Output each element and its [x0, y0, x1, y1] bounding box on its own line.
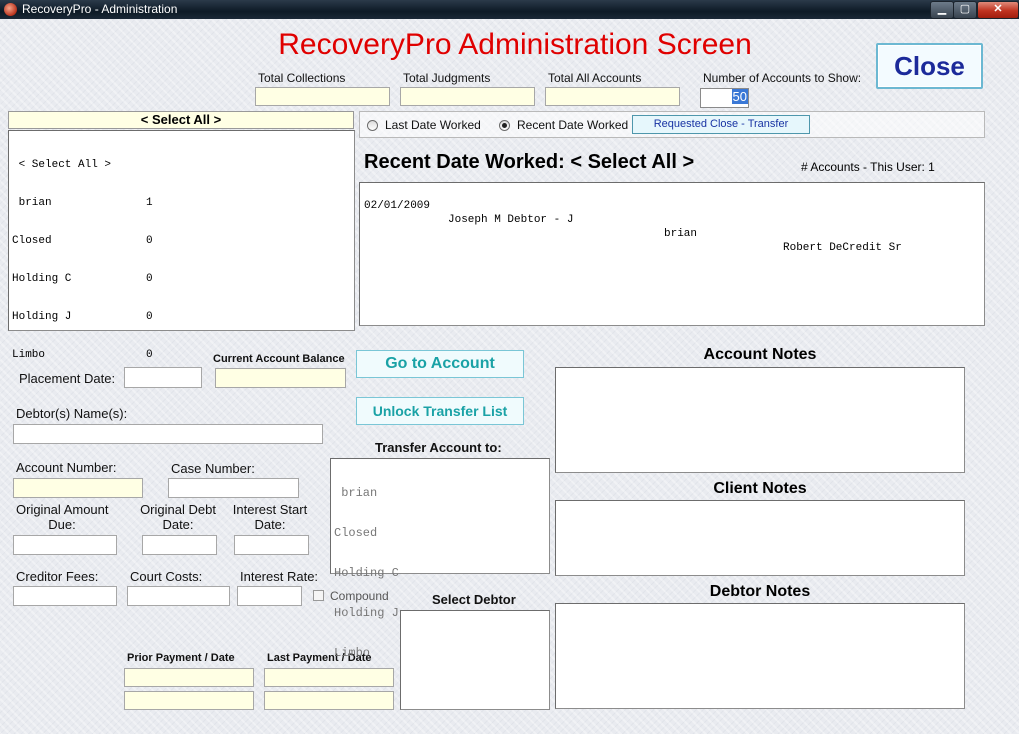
- debtor-notes-field[interactable]: [555, 603, 965, 709]
- original-amount-label: Original Amount Due:: [16, 502, 109, 532]
- last-date-radio[interactable]: [367, 120, 378, 131]
- close-button[interactable]: Close: [876, 43, 983, 89]
- table-row[interactable]: 02/01/2009 Joseph M Debtor - J brian Rob…: [360, 183, 984, 254]
- current-balance-field[interactable]: [215, 368, 346, 388]
- accounts-count: # Accounts - This User: 1: [801, 160, 935, 174]
- creditor-fees-label: Creditor Fees:: [16, 569, 99, 584]
- app-icon: [4, 3, 17, 16]
- select-all-header[interactable]: < Select All >: [8, 111, 354, 129]
- original-amount-field[interactable]: [13, 535, 117, 555]
- total-judgments-label: Total Judgments: [403, 71, 491, 85]
- list-item[interactable]: Closed: [334, 525, 546, 541]
- compound-checkbox[interactable]: [313, 590, 324, 601]
- minimize-button[interactable]: ▁: [930, 1, 954, 19]
- account-notes-label: Account Notes: [703, 346, 817, 363]
- list-item[interactable]: brian: [334, 485, 546, 501]
- list-item[interactable]: Closed 0: [12, 234, 351, 248]
- list-item[interactable]: brian 1: [12, 196, 351, 210]
- maximize-button[interactable]: ▢: [953, 1, 977, 19]
- user-list[interactable]: < Select All > brian 1 Closed 0 Holding C0…: [8, 130, 355, 361]
- last-payment-date-field[interactable]: [264, 691, 394, 710]
- list-item[interactable]: Holding C0: [12, 272, 351, 286]
- accounts-list[interactable]: 02/01/2009 Joseph M Debtor - J brian Rob…: [359, 182, 985, 326]
- court-costs-field[interactable]: [127, 586, 230, 606]
- interest-start-date-field[interactable]: [234, 535, 309, 555]
- recent-date-heading: Recent Date Worked: < Select All >: [364, 151, 695, 173]
- creditor-fees-field[interactable]: [13, 586, 117, 606]
- select-debtor-list[interactable]: [400, 610, 550, 710]
- debtor-notes-label: Debtor Notes: [709, 583, 811, 600]
- account-number-label: Account Number:: [16, 460, 117, 475]
- client-notes-label: Client Notes: [713, 480, 807, 497]
- window-title: RecoveryPro - Administration: [22, 2, 178, 16]
- requested-close-transfer-button[interactable]: Requested Close - Transfer: [632, 115, 810, 134]
- recent-date-label: Recent Date Worked: [517, 118, 629, 132]
- window-close-button[interactable]: ✕: [977, 1, 1019, 19]
- recent-date-radio[interactable]: [499, 120, 510, 131]
- num-accounts-show-label: Number of Accounts to Show:: [703, 71, 862, 85]
- placement-date-label: Placement Date:: [19, 371, 116, 386]
- list-item[interactable]: < Select All >: [12, 158, 351, 172]
- interest-rate-label: Interest Rate:: [240, 569, 319, 584]
- window-titlebar[interactable]: RecoveryPro - Administration ▁ ▢ ✕: [0, 0, 1019, 19]
- num-accounts-show-field[interactable]: 50: [700, 88, 749, 108]
- prior-payment-date-field[interactable]: [124, 691, 254, 710]
- interest-rate-field[interactable]: [237, 586, 302, 606]
- prior-payment-amount-field[interactable]: [124, 668, 254, 687]
- client-notes-field[interactable]: [555, 500, 965, 576]
- total-collections-label: Total Collections: [258, 71, 346, 85]
- total-all-accounts-label: Total All Accounts: [548, 71, 642, 85]
- court-costs-label: Court Costs:: [130, 569, 203, 584]
- list-item[interactable]: Holding J0: [12, 310, 351, 324]
- case-number-label: Case Number:: [171, 461, 255, 476]
- page-title: RecoveryPro Administration Screen: [278, 28, 752, 61]
- total-collections-field[interactable]: [255, 87, 390, 106]
- num-accounts-show-value: 50: [731, 89, 748, 104]
- account-number-field[interactable]: [13, 478, 143, 498]
- interest-start-date-label: Interest Start Date:: [232, 502, 308, 532]
- placement-date-field[interactable]: [124, 367, 202, 388]
- total-judgments-field[interactable]: [400, 87, 535, 106]
- original-debt-date-label: Original Debt Date:: [140, 502, 216, 532]
- list-item[interactable]: Holding C: [334, 565, 546, 581]
- transfer-list[interactable]: brian Closed Holding C Holding J Limbo: [330, 458, 550, 660]
- select-debtor-label: Select Debtor: [432, 592, 516, 607]
- debtor-names-label: Debtor(s) Name(s):: [16, 406, 128, 421]
- last-date-label: Last Date Worked: [385, 118, 481, 132]
- total-all-accounts-field[interactable]: [545, 87, 680, 106]
- go-to-account-button[interactable]: Go to Account: [356, 350, 524, 378]
- original-debt-date-field[interactable]: [142, 535, 217, 555]
- prior-payment-label: Prior Payment / Date: [127, 652, 235, 664]
- current-balance-label: Current Account Balance: [213, 353, 345, 365]
- case-number-field[interactable]: [168, 478, 299, 498]
- debtor-names-field[interactable]: [13, 424, 323, 444]
- transfer-account-label: Transfer Account to:: [375, 440, 502, 455]
- account-notes-field[interactable]: [555, 367, 965, 473]
- unlock-transfer-list-button[interactable]: Unlock Transfer List: [356, 397, 524, 425]
